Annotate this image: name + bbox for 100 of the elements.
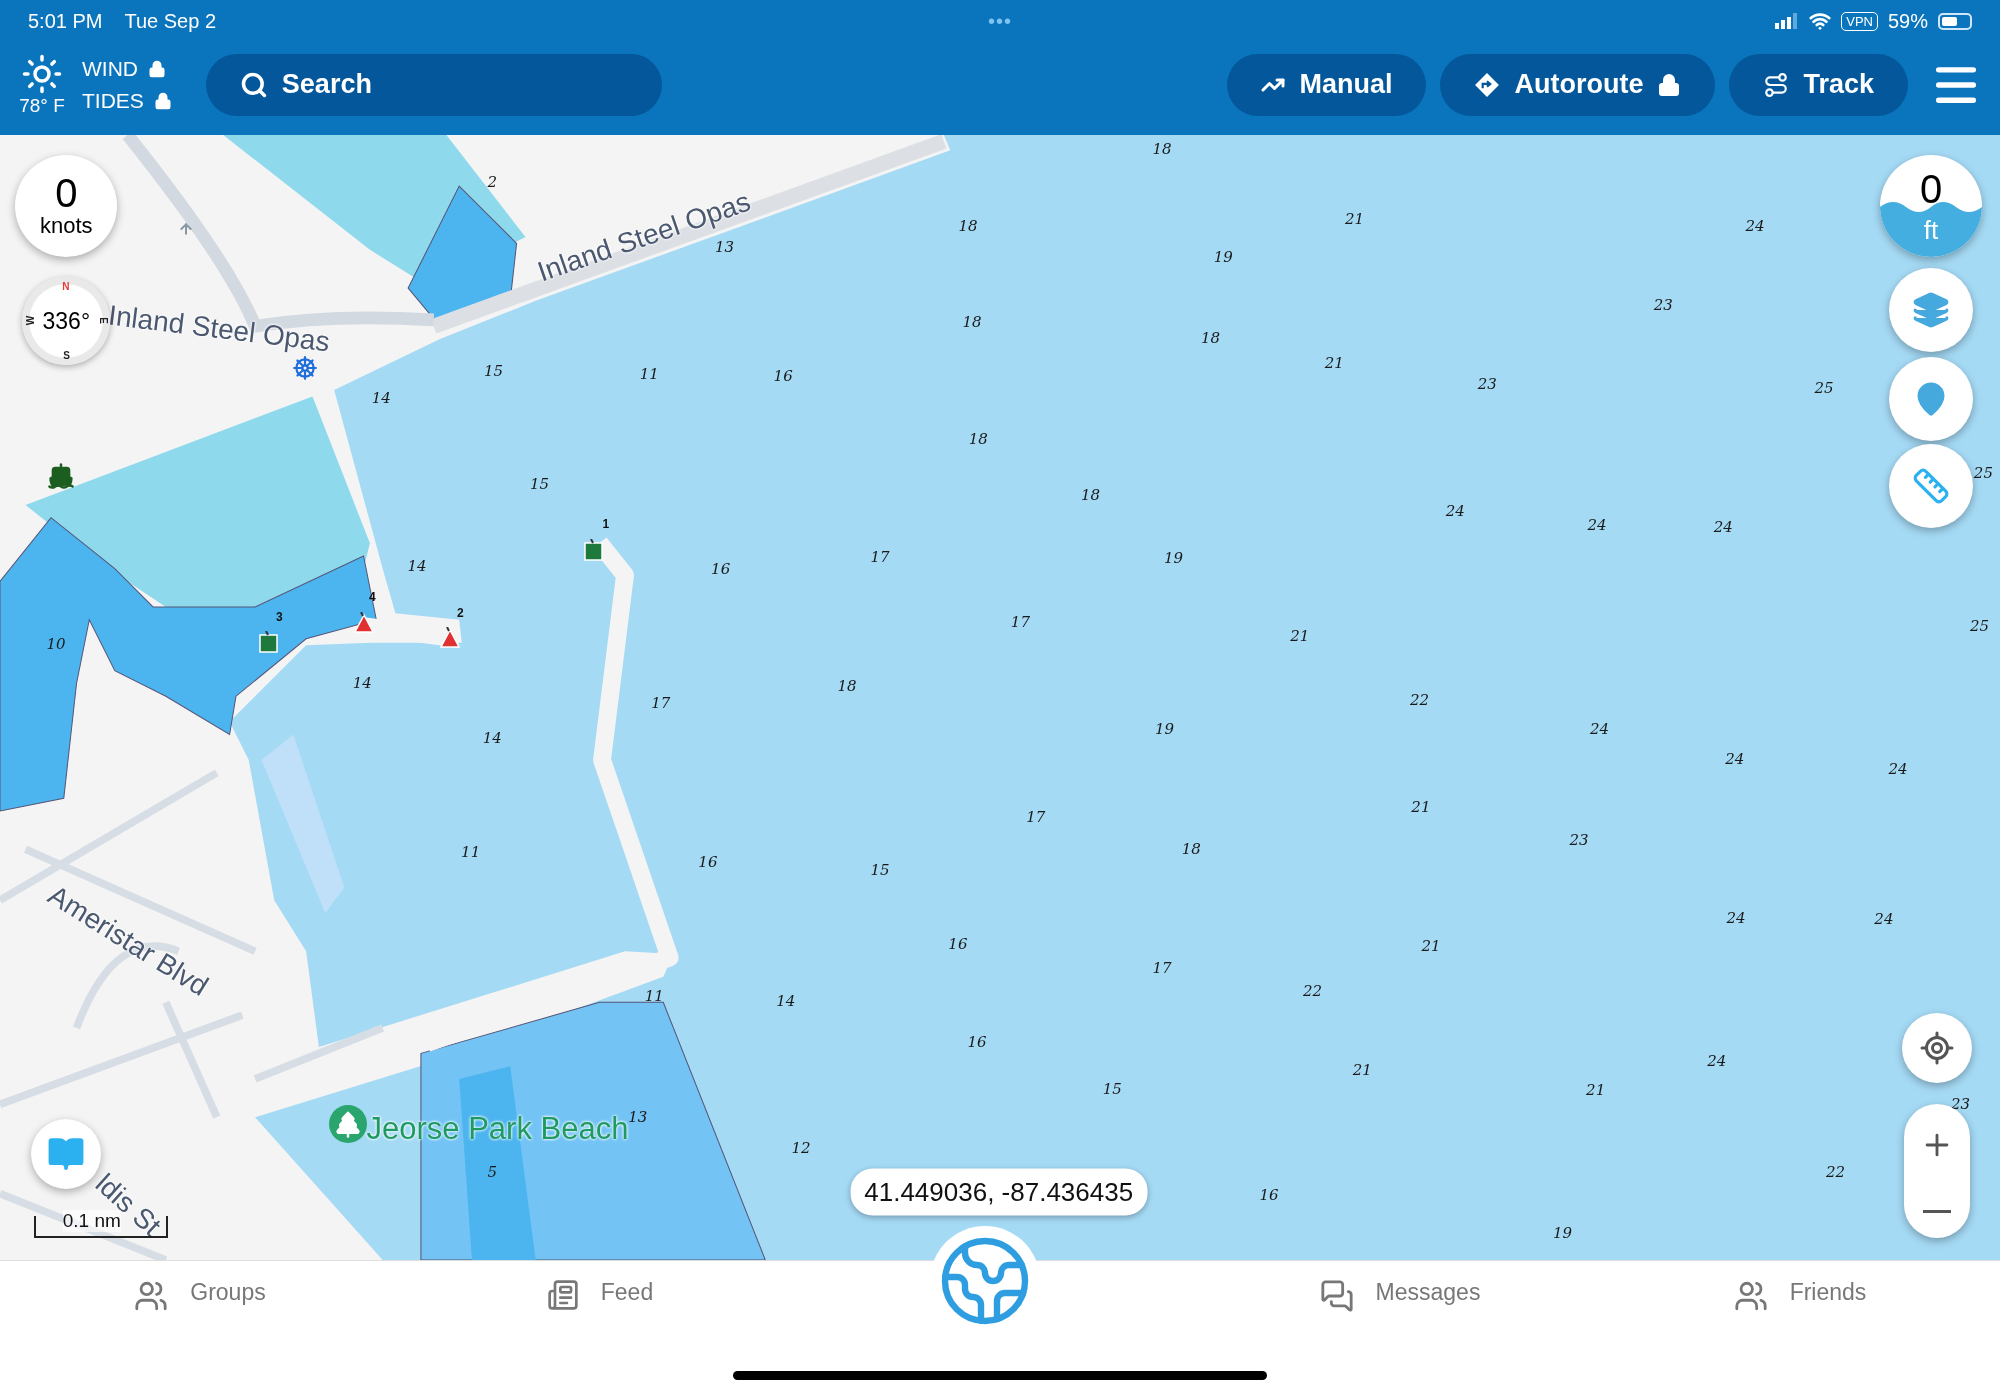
coordinates-label: 41.449036, -87.436435 [850,1168,1148,1216]
depth-sounding: 21 [1352,1060,1372,1079]
multitask-dots[interactable]: ••• [988,9,1012,33]
depth-sounding: 18 [1152,140,1172,158]
battery-icon [1938,12,1972,30]
depth-sounding: 14 [352,674,372,693]
depth-sounding: 18 [958,216,978,235]
route-icon [1763,71,1790,98]
depth-sounding: 13 [714,238,734,257]
locate-button[interactable] [1902,1013,1973,1084]
depth-sounding: 21 [1586,1081,1606,1100]
depth-sounding: 21 [1345,210,1365,229]
depth-sounding: 18 [1081,485,1101,504]
tab-item[interactable]: Messages [1200,1261,1600,1325]
diamond-arrow-icon [1474,71,1501,98]
route-mode-button[interactable]: Manual [1227,53,1427,116]
buoy-number: 3 [276,610,283,625]
crosshair-icon [1919,1030,1956,1067]
depth-sounding: 24 [1745,216,1765,235]
depth-sounding: 23 [1950,1095,1970,1114]
ruler-button[interactable] [1889,443,1974,528]
depth-sounding: 14 [407,557,427,576]
signal-icon [1775,13,1800,29]
people-icon [1733,1279,1768,1313]
depth-sounding: 19 [1163,549,1183,568]
depth-sounding: 17 [1026,808,1046,827]
depth-sounding: 25 [1814,378,1834,397]
depth-sounding: 15 [484,361,504,380]
depth-sounding: 23 [1653,295,1673,314]
vpn-badge: VPN [1841,11,1878,31]
depth-sounding: 24 [1587,516,1607,535]
depth-sounding: 21 [1290,627,1310,646]
park-pin-icon[interactable] [329,1105,368,1144]
depth-sounding: 11 [461,842,481,861]
group-icon [134,1279,169,1313]
scale-label: 0.1 nm [62,1209,121,1232]
depth-sounding: 15 [870,860,890,879]
depth-sounding: 18 [968,429,988,448]
depth-sounding: 2 [487,173,498,192]
chat-icon [1319,1279,1354,1313]
feed-icon [546,1279,579,1311]
depth-sounding: 22 [1302,981,1323,1000]
depth-sounding: 16 [948,934,968,953]
depth-sounding: 18 [1200,328,1220,347]
buoy-number: 2 [457,606,464,621]
nun-buoy-icon [352,611,375,634]
depth-sounding: 19 [1552,1224,1573,1243]
depth-sounding: 24 [1589,720,1609,739]
depth-sounding: 24 [1713,517,1733,536]
weather-link[interactable]: TIDES [82,88,144,113]
route-mode-button[interactable]: Autoroute [1440,53,1716,116]
route-mode-button[interactable]: Track [1729,53,1908,116]
layers-icon [1912,290,1951,329]
depth-sounding: 19 [1213,248,1233,267]
status-time: 5:01 PM [28,9,103,33]
can-buoy-icon [583,539,606,562]
depth-sounding: 18 [837,677,857,695]
sun-icon[interactable] [21,52,63,95]
tab-item[interactable]: Friends [1600,1261,2000,1325]
depth-sounding: 17 [1152,958,1172,977]
depth-sounding: 21 [1411,798,1431,817]
depth-sounding: 5 [487,1162,498,1181]
depth-sounding: 13 [628,1108,648,1127]
boat-icon[interactable] [47,462,76,491]
depth-sounding: 17 [651,693,671,712]
depth-sounding: 14 [776,992,796,1011]
depth-sounding: 18 [962,313,982,332]
search-field[interactable]: Search [205,53,662,116]
ruler-icon [1912,466,1951,505]
depth-gauge[interactable]: 0 ft [1880,155,1983,258]
depth-sounding: 24 [1707,1052,1727,1070]
depth-sounding: 25 [1973,464,1993,482]
depth-sounding: 15 [1102,1080,1122,1099]
battery-percent: 59% [1887,9,1928,33]
depth-sounding: 24 [1725,749,1745,768]
depth-sounding: 19 [1155,720,1175,739]
tab-item[interactable]: Feed [400,1261,800,1325]
pin-button[interactable] [1889,357,1974,441]
depth-sounding: 22 [1410,691,1430,710]
wifi-icon [1809,10,1832,32]
depth-sounding: 16 [711,559,731,578]
depth-sounding: 10 [46,634,66,653]
depth-sounding: 23 [1569,831,1589,850]
depth-sounding: 14 [482,729,502,748]
layers-button[interactable] [1889,267,1974,352]
depth-sounding: 16 [967,1032,987,1051]
depth-sounding: 24 [1888,759,1908,778]
depth-sounding: 16 [698,853,718,872]
depth-sounding: 12 [791,1138,811,1157]
depth-sounding: 14 [371,388,391,407]
tab-item[interactable]: Groups [0,1261,400,1325]
temperature: 78° F [19,94,65,117]
depth-sounding: 24 [1874,910,1894,929]
ship-wheel-icon[interactable] [291,354,318,381]
depth-sounding: 18 [1181,840,1201,859]
depth-sounding: 24 [1445,502,1465,521]
depth-sounding: 25 [1970,617,1990,636]
depth-sounding: 22 [1825,1162,1845,1181]
depth-sounding: 11 [644,986,664,1005]
weather-link[interactable]: WIND [82,56,138,81]
